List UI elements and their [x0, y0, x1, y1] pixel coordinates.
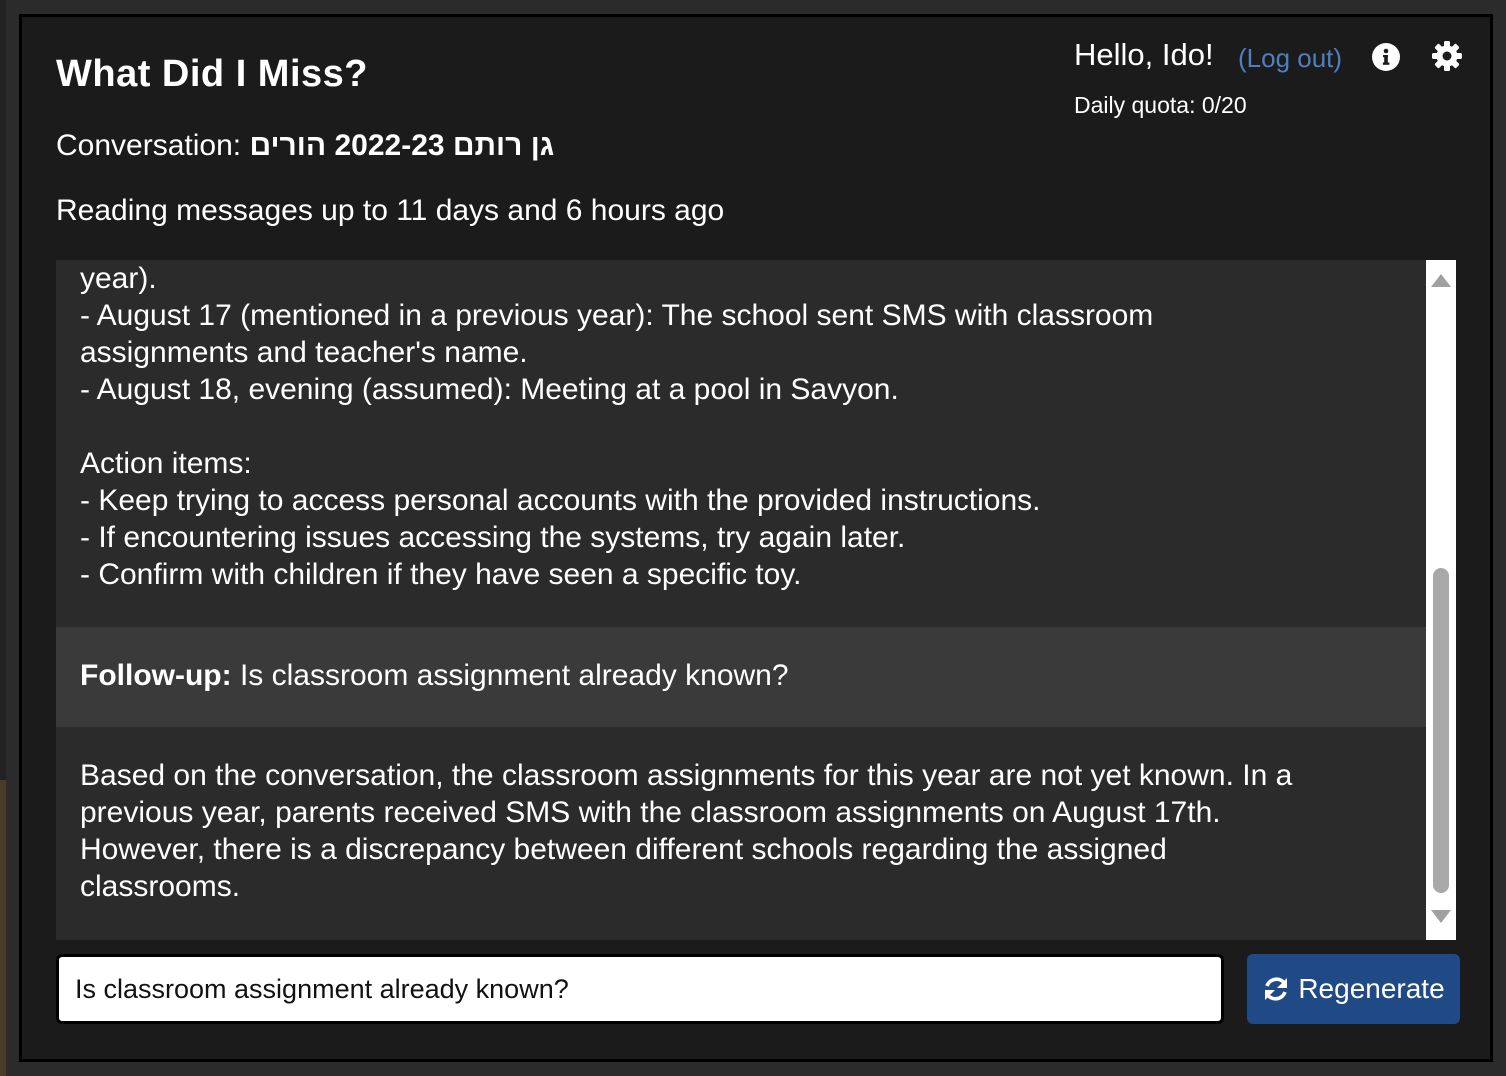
conversation-line: Conversation: גן רותם 2022-23 הורים	[56, 129, 554, 163]
followup-message: Follow-up: Is classroom assignment alrea…	[56, 627, 1426, 727]
followup-label: Follow-up:	[80, 659, 232, 692]
regenerate-button[interactable]: Regenerate	[1247, 954, 1460, 1024]
followup-text: Follow-up: Is classroom assignment alrea…	[80, 657, 789, 694]
summary-line: Action items:	[80, 447, 252, 480]
page-title: What Did I Miss?	[56, 53, 368, 95]
question-input[interactable]	[56, 954, 1224, 1024]
summary-line: - Confirm with children if they have see…	[80, 558, 802, 591]
user-greeting: Hello, Ido!	[1074, 37, 1214, 72]
summary-line: - August 18, evening (assumed): Meeting …	[80, 373, 899, 406]
daily-quota: Daily quota: 0/20	[1074, 92, 1247, 118]
refresh-icon	[1265, 977, 1288, 1001]
scroll-down-arrow-icon[interactable]	[1431, 910, 1451, 923]
summary-line: - Keep trying to access personal account…	[80, 484, 1041, 517]
summary-line: - If encountering issues accessing the s…	[80, 521, 906, 554]
messages-scrollbar[interactable]	[1426, 260, 1456, 940]
info-icon[interactable]	[1372, 43, 1400, 71]
regenerate-label: Regenerate	[1298, 973, 1445, 1004]
summary-message: year). - August 17 (mentioned in a previ…	[56, 260, 1426, 627]
summary-line: assignments and teacher's name.	[80, 336, 528, 369]
logout-link[interactable]: (Log out)	[1238, 43, 1342, 74]
followup-question: Is classroom assignment already known?	[231, 659, 789, 692]
messages-panel: year). - August 17 (mentioned in a previ…	[56, 260, 1426, 940]
summary-line: year).	[80, 262, 157, 295]
answer-line: previous year, parents received SMS with…	[80, 796, 1221, 829]
answer-message: Based on the conversation, the classroom…	[56, 727, 1426, 940]
gear-icon[interactable]	[1432, 41, 1462, 71]
answer-line: However, there is a discrepancy between …	[80, 833, 1167, 866]
app-window: What Did I Miss? Conversation: גן רותם 2…	[19, 14, 1493, 1062]
answer-line: classrooms.	[80, 870, 241, 903]
scroll-up-arrow-icon[interactable]	[1431, 274, 1451, 287]
reading-status: Reading messages up to 11 days and 6 hou…	[56, 194, 725, 227]
conversation-label: Conversation:	[56, 129, 242, 162]
summary-line: - August 17 (mentioned in a previous yea…	[80, 299, 1154, 332]
conversation-name: גן רותם 2022-23 הורים	[249, 129, 555, 162]
answer-line: Based on the conversation, the classroom…	[80, 759, 1293, 792]
scrollbar-thumb[interactable]	[1433, 568, 1449, 893]
desktop-background	[0, 0, 6, 1076]
